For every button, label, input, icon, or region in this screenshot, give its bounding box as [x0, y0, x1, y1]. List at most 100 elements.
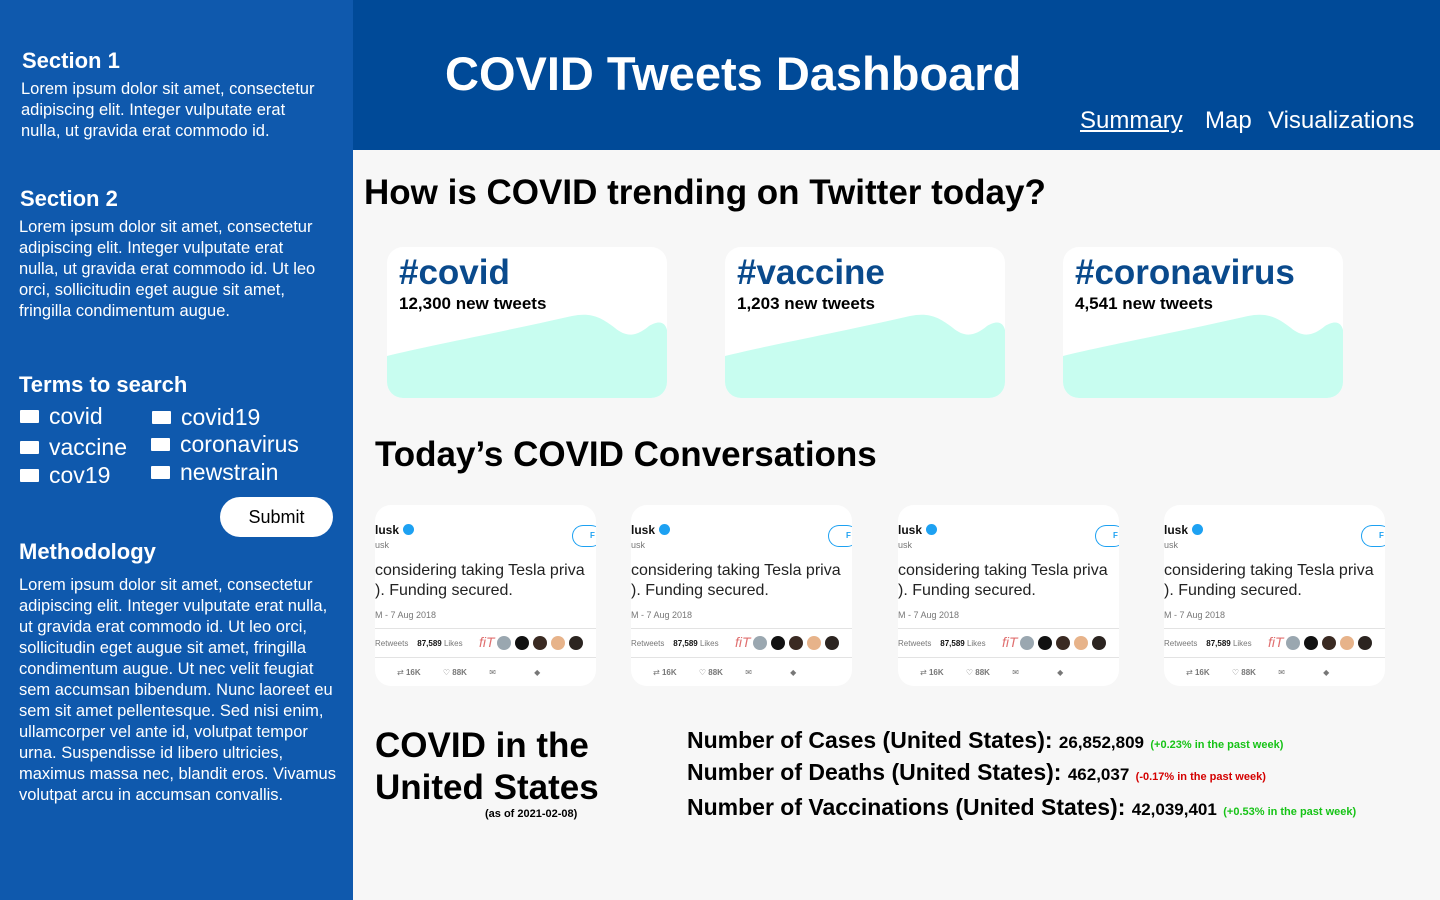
mail-icon[interactable]: ✉	[1278, 668, 1285, 677]
checkbox-box[interactable]	[152, 411, 171, 424]
divider	[1164, 657, 1385, 658]
tweet-author-name: lusk	[375, 523, 415, 537]
shield-icon[interactable]: ◆	[1323, 668, 1329, 677]
tweet-date: M - 7 Aug 2018	[375, 610, 437, 620]
trend-sparkline	[1063, 314, 1343, 398]
term-label: vaccine	[49, 434, 127, 460]
fit-logo: fiT	[1002, 634, 1018, 650]
tweet-author-name: lusk	[1164, 523, 1204, 537]
nav-visualizations[interactable]: Visualizations	[1268, 107, 1414, 135]
verified-icon	[1192, 524, 1204, 535]
submit-button[interactable]: Submit	[220, 497, 333, 537]
term-checkbox-covid19[interactable]: covid19	[152, 404, 260, 431]
follow-button[interactable]: F	[828, 525, 852, 547]
follow-button[interactable]: F	[1095, 525, 1119, 547]
checkbox-box[interactable]	[151, 438, 170, 451]
checkbox-box[interactable]	[20, 410, 39, 423]
retweet-icon[interactable]: ⇄	[397, 668, 404, 677]
trend-card-covid[interactable]: #covid 12,300 new tweets	[387, 247, 667, 398]
retweet-icon[interactable]: ⇄	[653, 668, 660, 677]
retweet-icon[interactable]: ⇄	[920, 668, 927, 677]
avatar	[1020, 636, 1034, 650]
divider	[898, 657, 1119, 658]
trend-sparkline	[725, 314, 1005, 398]
tweet-author-name: lusk	[898, 523, 938, 537]
tweet-card[interactable]: lusk usk F considering taking Tesla priv…	[375, 505, 596, 686]
term-label: coronavirus	[180, 431, 299, 457]
like-icon[interactable]: ♡	[699, 668, 706, 677]
divider	[631, 657, 852, 658]
stat-cases: Number of Cases (United States): 26,852,…	[687, 727, 1283, 754]
retweet-icon[interactable]: ⇄	[1186, 668, 1193, 677]
tweet-stats: Retweets 87,589 Likes	[898, 639, 986, 648]
conversations-heading: Today’s COVID Conversations	[375, 435, 877, 474]
avatar	[1340, 636, 1354, 650]
term-checkbox-covid[interactable]: covid	[20, 403, 103, 430]
avatar	[1358, 636, 1372, 650]
avatar	[497, 636, 511, 650]
avatar	[1074, 636, 1088, 650]
top-header: COVID Tweets Dashboard Summary Map Visua…	[353, 0, 1440, 150]
stat-label: Number of Deaths (United States):	[687, 759, 1062, 785]
divider	[1164, 628, 1385, 629]
checkbox-box[interactable]	[20, 469, 39, 482]
trend-card-coronavirus[interactable]: #coronavirus 4,541 new tweets	[1063, 247, 1343, 398]
tweet-date: M - 7 Aug 2018	[898, 610, 960, 620]
term-label: cov19	[49, 462, 111, 488]
methodology-title: Methodology	[19, 539, 156, 564]
sidebar: Section 1 Lorem ipsum dolor sit amet, co…	[0, 0, 353, 900]
tweet-date: M - 7 Aug 2018	[631, 610, 693, 620]
mail-icon[interactable]: ✉	[489, 668, 496, 677]
trend-card-vaccine[interactable]: #vaccine 1,203 new tweets	[725, 247, 1005, 398]
divider	[375, 657, 596, 658]
tweet-actions: ⇄ 16K ♡ 88K ✉ ◆	[920, 668, 1064, 677]
avatar	[825, 636, 839, 650]
avatar	[1038, 636, 1052, 650]
follow-button[interactable]: F	[1361, 525, 1385, 547]
term-checkbox-cov19[interactable]: cov19	[20, 462, 110, 489]
mail-icon[interactable]: ✉	[1012, 668, 1019, 677]
shield-icon[interactable]: ◆	[1057, 668, 1063, 677]
stat-value: 462,037	[1067, 765, 1130, 784]
stat-vaccinations: Number of Vaccinations (United States): …	[687, 794, 1356, 821]
tweet-card[interactable]: lusk usk F considering taking Tesla priv…	[1164, 505, 1385, 686]
tweet-actions: ⇄ 16K ♡ 88K ✉ ◆	[1186, 668, 1330, 677]
tweet-stats: Retweets 87,589 Likes	[1164, 639, 1252, 648]
like-icon[interactable]: ♡	[1232, 668, 1239, 677]
term-checkbox-vaccine[interactable]: vaccine	[20, 434, 127, 461]
nav-map[interactable]: Map	[1205, 107, 1252, 135]
tweet-card[interactable]: lusk usk F considering taking Tesla priv…	[898, 505, 1119, 686]
avatar	[1322, 636, 1336, 650]
tweet-card[interactable]: lusk usk F considering taking Tesla priv…	[631, 505, 852, 686]
shield-icon[interactable]: ◆	[790, 668, 796, 677]
stat-change: (+0.53% in the past week)	[1223, 806, 1357, 818]
avatar	[1056, 636, 1070, 650]
divider	[375, 628, 596, 629]
section1-title: Section 1	[22, 48, 120, 73]
verified-icon	[926, 524, 938, 535]
checkbox-box[interactable]	[20, 441, 39, 454]
tweet-date: M - 7 Aug 2018	[1164, 610, 1226, 620]
tweet-stats: Retweets 87,589 Likes	[375, 639, 463, 648]
avatar	[1304, 636, 1318, 650]
tweet-stats: Retweets 87,589 Likes	[631, 639, 719, 648]
stat-value: 26,852,809	[1058, 733, 1144, 752]
tweet-author-name: lusk	[631, 523, 671, 537]
mail-icon[interactable]: ✉	[745, 668, 752, 677]
tweet-actions: ⇄ 16K ♡ 88K ✉ ◆	[653, 668, 797, 677]
term-checkbox-newstrain[interactable]: newstrain	[151, 459, 278, 486]
verified-icon	[659, 524, 671, 535]
nav-summary[interactable]: Summary	[1080, 107, 1183, 135]
stat-deaths: Number of Deaths (United States): 462,03…	[687, 759, 1266, 786]
avatar	[569, 636, 583, 650]
tweet-text: considering taking Tesla priva). Funding…	[1164, 562, 1374, 599]
like-icon[interactable]: ♡	[966, 668, 973, 677]
shield-icon[interactable]: ◆	[534, 668, 540, 677]
tweet-author-handle: usk	[898, 540, 913, 550]
term-checkbox-coronavirus[interactable]: coronavirus	[151, 431, 299, 458]
checkbox-box[interactable]	[151, 466, 170, 479]
trending-heading: How is COVID trending on Twitter today?	[364, 173, 1046, 212]
avatar	[1286, 636, 1300, 650]
like-icon[interactable]: ♡	[443, 668, 450, 677]
follow-button[interactable]: F	[572, 525, 596, 547]
